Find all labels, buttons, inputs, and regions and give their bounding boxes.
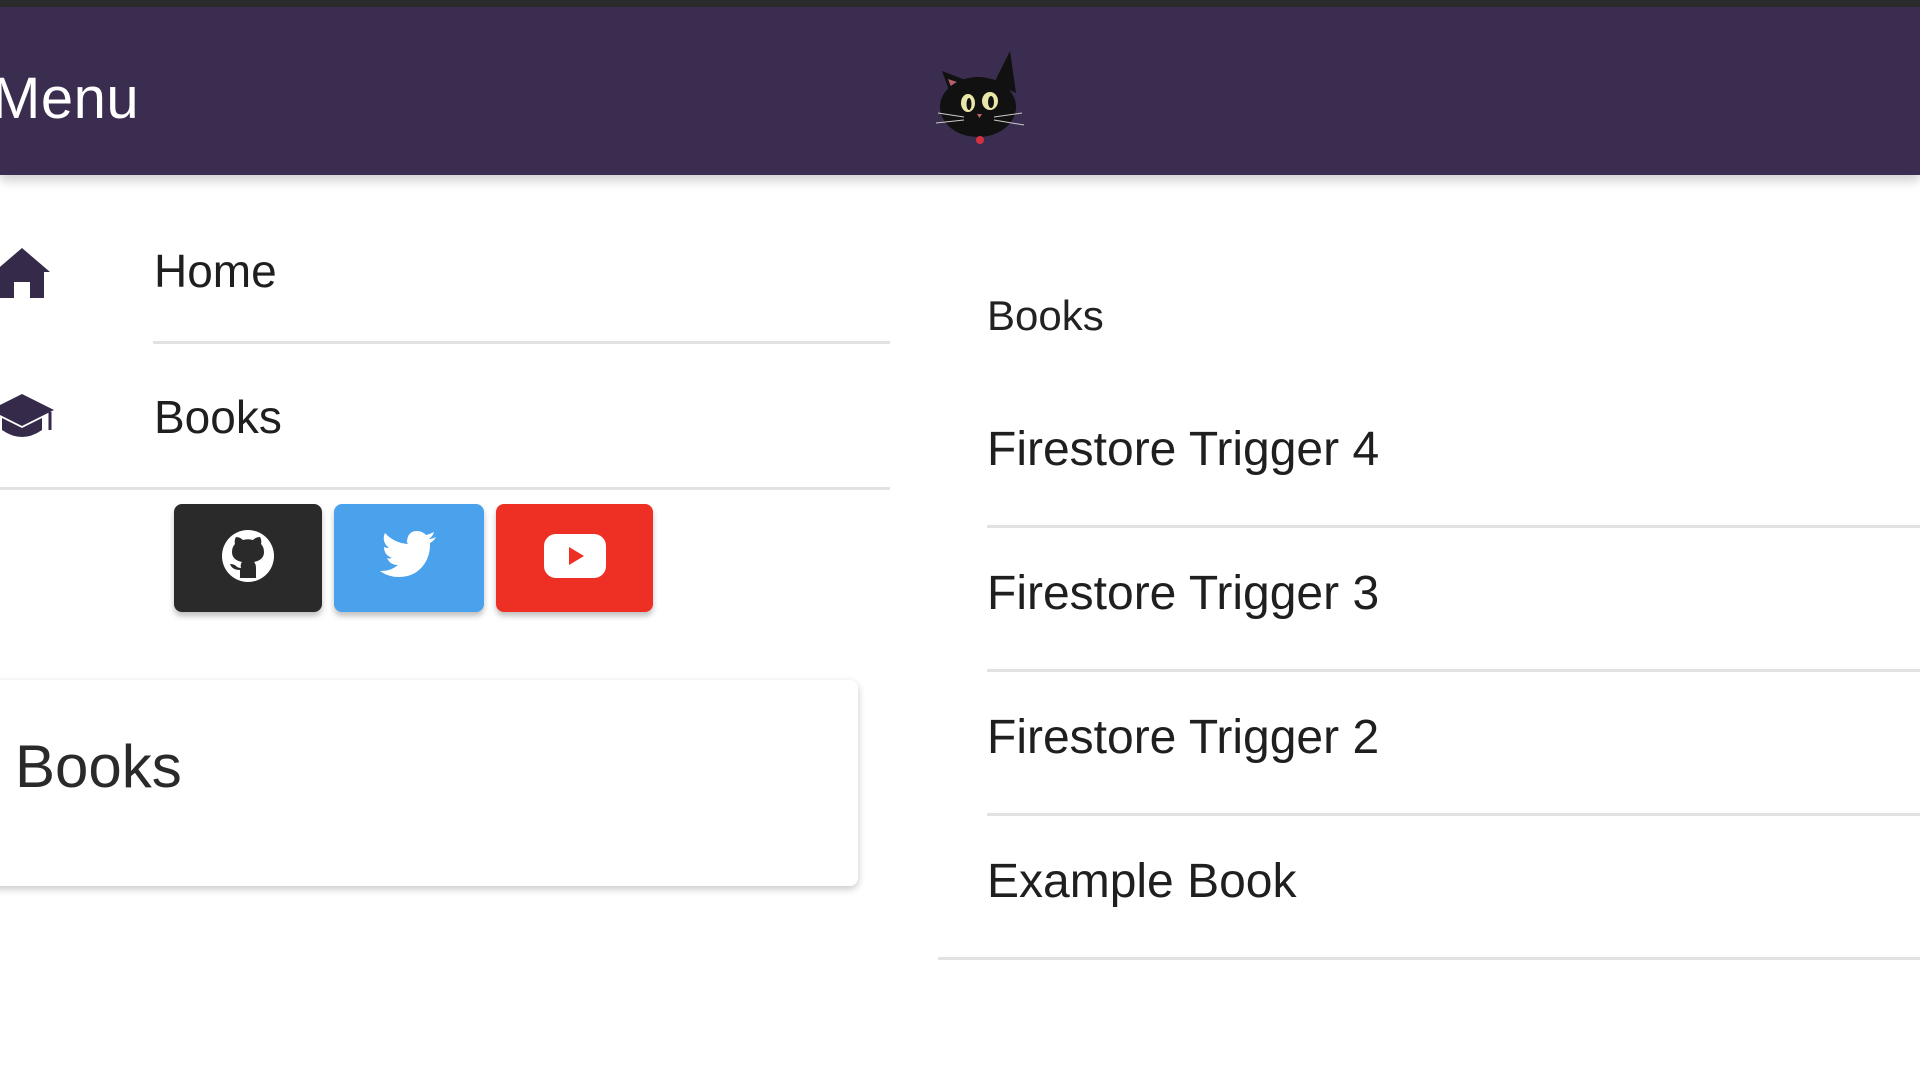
github-icon	[220, 528, 276, 589]
github-button[interactable]	[174, 504, 322, 612]
list-item-label: Firestore Trigger 3	[987, 567, 1380, 620]
books-card[interactable]: Books	[0, 680, 858, 886]
twitter-bird-icon	[380, 530, 438, 586]
list-item[interactable]: Firestore Trigger 3	[987, 528, 1920, 672]
cat-face-icon[interactable]	[924, 41, 1034, 151]
app-bar: Menu	[0, 7, 1920, 175]
list-header: Books	[987, 292, 1104, 339]
list-item-label: Example Book	[987, 855, 1297, 908]
list-item[interactable]: Firestore Trigger 2	[987, 672, 1920, 816]
nav-item-label: Home	[154, 245, 277, 297]
home-icon	[0, 244, 56, 300]
youtube-play-icon	[543, 533, 606, 583]
graduation-cap-icon	[0, 390, 56, 446]
nav-item-label: Books	[154, 391, 282, 443]
card-title: Books	[15, 733, 182, 800]
divider	[938, 957, 1920, 960]
divider	[0, 487, 890, 490]
twitter-button[interactable]	[334, 504, 484, 612]
youtube-button[interactable]	[496, 504, 653, 612]
list-item[interactable]: Firestore Trigger 4	[987, 384, 1920, 528]
list-item-label: Firestore Trigger 4	[987, 423, 1380, 476]
menu-title[interactable]: Menu	[0, 65, 139, 132]
nav-item-books[interactable]: Books	[0, 346, 890, 490]
nav-item-home[interactable]: Home	[0, 200, 890, 344]
window-top-border	[0, 0, 1920, 7]
list-item-label: Firestore Trigger 2	[987, 711, 1380, 764]
divider	[153, 341, 890, 344]
list-item[interactable]: Example Book	[938, 816, 1920, 960]
